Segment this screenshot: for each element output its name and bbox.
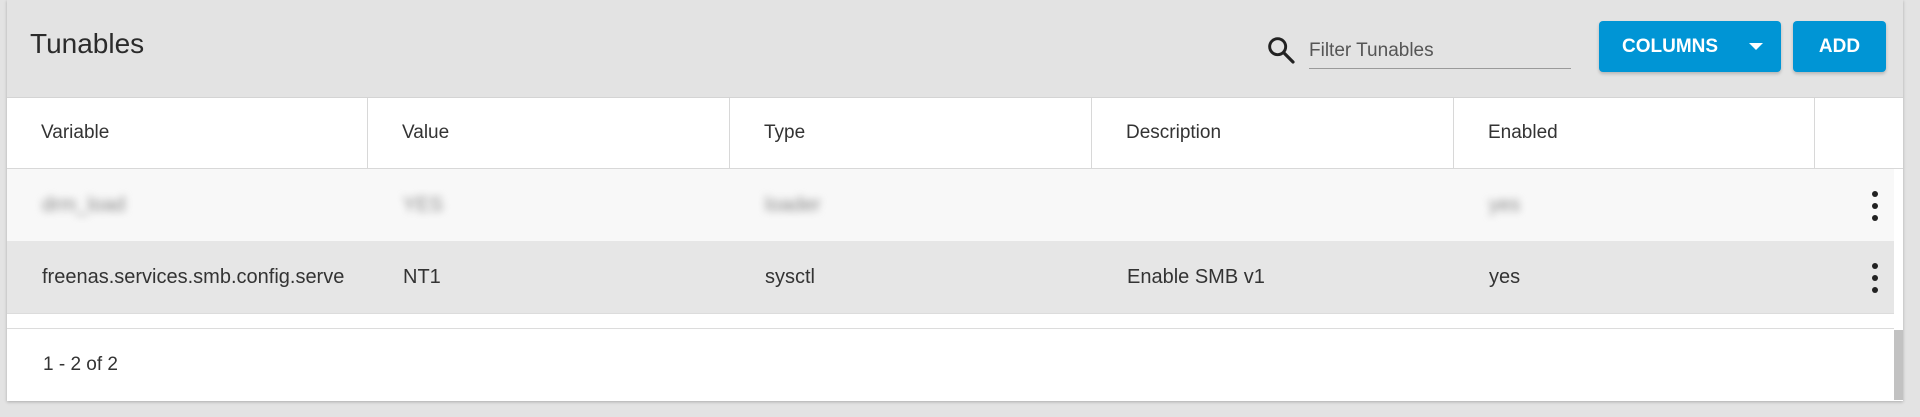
- column-header-description[interactable]: Description: [1092, 98, 1454, 168]
- cell-value: YES: [403, 194, 444, 216]
- more-vert-icon[interactable]: [1865, 191, 1885, 221]
- tunables-card: Tunables COLUMNS ADD Variable Value Type…: [7, 0, 1903, 401]
- columns-button[interactable]: COLUMNS: [1599, 21, 1781, 72]
- table-header: Variable Value Type Description Enabled: [7, 98, 1903, 169]
- cell-variable: freenas.services.smb.config.serve: [42, 266, 345, 288]
- column-header-value[interactable]: Value: [368, 98, 730, 168]
- pagination-range: 1 - 2 of 2: [43, 354, 118, 375]
- table-row[interactable]: freenas.services.smb.config.serve NT1 sy…: [7, 241, 1894, 314]
- card-header: Tunables COLUMNS ADD: [7, 0, 1903, 98]
- cell-enabled: yes: [1489, 266, 1521, 288]
- add-button[interactable]: ADD: [1793, 21, 1886, 72]
- filter-input[interactable]: [1309, 34, 1571, 69]
- column-header-enabled[interactable]: Enabled: [1454, 98, 1815, 168]
- cell-value: NT1: [403, 266, 441, 288]
- columns-button-label: COLUMNS: [1622, 35, 1719, 57]
- column-header-variable[interactable]: Variable: [7, 98, 368, 168]
- cell-enabled: yes: [1489, 194, 1521, 216]
- vertical-scrollbar[interactable]: [1894, 330, 1903, 400]
- cell-type: loader: [765, 194, 821, 216]
- cell-type: sysctl: [765, 266, 815, 288]
- cell-description: [1092, 169, 1454, 241]
- table-footer: 1 - 2 of 2: [7, 328, 1894, 401]
- page-title: Tunables: [30, 28, 145, 59]
- table-row[interactable]: drm_load YES loader yes: [7, 169, 1894, 242]
- cell-description: Enable SMB v1: [1127, 266, 1265, 288]
- caret-down-icon: [1749, 43, 1763, 50]
- more-vert-icon[interactable]: [1865, 263, 1885, 293]
- cell-variable: drm_load: [42, 194, 126, 216]
- column-header-type[interactable]: Type: [730, 98, 1092, 168]
- search-icon[interactable]: [1265, 34, 1297, 66]
